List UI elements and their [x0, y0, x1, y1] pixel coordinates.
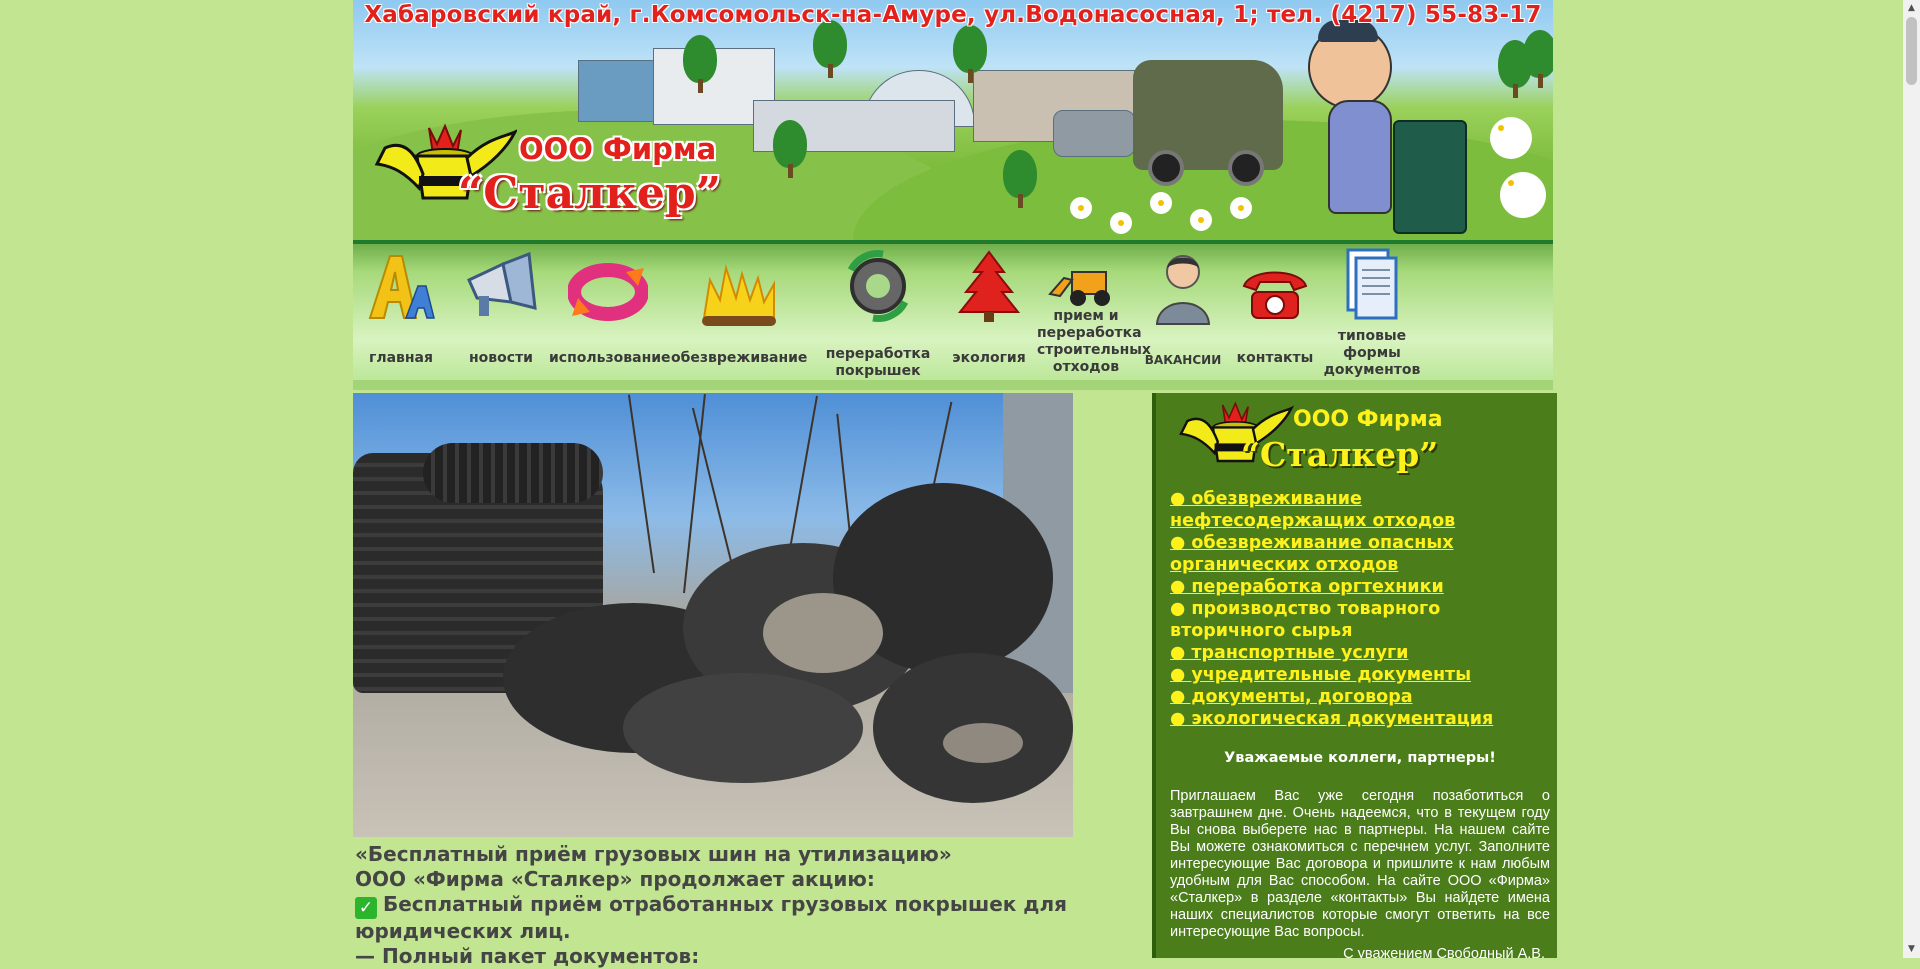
recycle-arrows-icon [568, 263, 648, 321]
service-link-organic-waste[interactable]: ● обезвреживание опасных органических от… [1170, 533, 1454, 575]
nav-item-news[interactable]: новости [449, 244, 553, 380]
loader-icon [1048, 271, 1110, 306]
service-item: ● обезвреживание нефтесодержащих отходов [1170, 488, 1550, 532]
checkmark-icon: ✓ [355, 897, 377, 919]
megaphone-icon [467, 251, 537, 316]
service-item: ● документы, договора [1170, 686, 1550, 708]
truck-wheel [1148, 150, 1184, 186]
services-list: ● обезвреживание нефтесодержащих отходов… [1170, 488, 1550, 730]
daisy-flower [1113, 215, 1129, 231]
nav-item-neutralization[interactable]: обезвреживание [671, 244, 807, 380]
tire-recycle-icon [847, 250, 909, 322]
scroll-up-arrow-icon[interactable]: ▲ [1903, 0, 1920, 17]
nav-label: экология [952, 350, 1026, 366]
person-icon [1155, 255, 1211, 325]
tree-branch [627, 394, 655, 574]
service-link-office-equipment[interactable]: ● переработка оргтехники [1170, 577, 1444, 597]
service-item: ● обезвреживание опасных органических от… [1170, 532, 1550, 576]
nav-item-ecology[interactable]: экология [945, 244, 1033, 380]
nav-item-construction-waste[interactable]: прием и переработка строительных отходов [1037, 244, 1151, 380]
daisy-flower [1153, 195, 1169, 211]
service-item: ● производство товарного вторичного сырь… [1170, 599, 1441, 641]
daisy-flower [1073, 200, 1089, 216]
rubber-scrap [763, 593, 883, 673]
nav-item-usage[interactable]: использование [549, 244, 671, 380]
article-offer: ✓ Бесплатный приём отработанных грузовых … [355, 892, 1115, 944]
fire-icon [702, 264, 776, 326]
article-offer-text: Бесплатный приём отработанных грузовых п… [355, 892, 1067, 943]
tank-building [1053, 110, 1135, 157]
sidebar-company-line1: ООО Фирма [1293, 407, 1443, 432]
trash-bin-graphic [1393, 120, 1467, 234]
worker-body [1328, 100, 1392, 214]
article-documents: — Полный пакет документов: [355, 944, 700, 968]
sidebar-message: Приглашаем Вас уже сегодня позаботиться … [1170, 788, 1550, 940]
service-item: ● экологическая документация [1170, 708, 1550, 730]
nav-label: главная [369, 350, 433, 366]
rubber-scrap [943, 723, 1023, 763]
sidebar-greeting: Уважаемые коллеги, партнеры! [1224, 750, 1496, 766]
site-header-banner: Хабаровский край, г.Комсомольск-на-Амуре… [353, 0, 1553, 244]
daisy-flower [1233, 200, 1249, 216]
company-name-line1: ООО Фирма [519, 132, 717, 166]
tree-graphic [1003, 150, 1037, 208]
article-title: «Бесплатный приём грузовых шин на утилиз… [355, 842, 952, 866]
nav-item-vacancies[interactable]: ВАКАНСИИ [1141, 244, 1225, 380]
service-item: ● переработка оргтехники [1170, 576, 1550, 598]
nav-item-contacts[interactable]: контакты [1227, 244, 1323, 380]
service-link-contracts[interactable]: ● документы, договора [1170, 687, 1413, 707]
font-letters-icon [368, 255, 435, 319]
nav-label: прием и переработка строительных отходов [1037, 308, 1151, 375]
rubber-scrap [623, 673, 863, 783]
sidebar-company-line2: “Сталкер” [1241, 435, 1439, 474]
main-navigation: главная новости использование обезврежив… [353, 244, 1553, 390]
daisy-flower [1503, 175, 1543, 215]
tree-branch [683, 393, 706, 594]
fir-tree-icon [957, 250, 1021, 322]
service-link-oil-waste[interactable]: ● обезвреживание нефтесодержащих отходов [1170, 489, 1455, 531]
promo-article: «Бесплатный приём грузовых шин на утилиз… [355, 842, 1115, 969]
tree-graphic [1523, 30, 1553, 88]
nav-item-document-forms[interactable]: типовые формы документов [1323, 244, 1421, 380]
page-container: Хабаровский край, г.Комсомольск-на-Амуре… [353, 0, 1557, 968]
tire-stack [423, 443, 603, 503]
nav-label: ВАКАНСИИ [1144, 353, 1222, 367]
tree-graphic [773, 120, 807, 178]
nav-label: контакты [1236, 350, 1314, 366]
daisy-flower [1193, 212, 1209, 228]
tree-branch [691, 407, 735, 574]
tree-graphic [683, 35, 717, 93]
services-sidebar: ООО Фирма “Сталкер” ● обезвреживание неф… [1152, 393, 1557, 958]
scroll-down-arrow-icon[interactable]: ▼ [1903, 941, 1920, 958]
tires-photo [353, 393, 1073, 837]
telephone-icon [1242, 271, 1308, 319]
vertical-scrollbar[interactable]: ▲ ▼ [1903, 0, 1920, 958]
article-subtitle: ООО «Фирма «Сталкер» продолжает акцию: [355, 867, 875, 891]
nav-label: типовые формы документов [1323, 328, 1421, 378]
nav-label: обезвреживание [671, 350, 808, 366]
service-link-founding-docs[interactable]: ● учредительные документы [1170, 665, 1471, 685]
nav-item-tire-recycling[interactable]: переработка покрышек [811, 244, 945, 380]
sidebar-signature: С уважением Свободный А.В. [1343, 946, 1545, 958]
service-item: ● транспортные услуги [1170, 642, 1550, 664]
service-link-transport[interactable]: ● транспортные услуги [1170, 643, 1408, 663]
truck-wheel [1228, 150, 1264, 186]
scrollbar-thumb[interactable] [1906, 17, 1917, 85]
nav-label: использование [549, 350, 671, 366]
documents-icon [1346, 248, 1398, 320]
company-name-line2: “Сталкер” [458, 168, 721, 219]
daisy-flower [1493, 120, 1529, 156]
service-link-eco-docs[interactable]: ● экологическая документация [1170, 709, 1493, 729]
nav-label: переработка покрышек [825, 346, 931, 379]
tree-graphic [953, 25, 987, 83]
nav-label: новости [469, 350, 533, 366]
service-item: ● учредительные документы [1170, 664, 1550, 686]
header-address: Хабаровский край, г.Комсомольск-на-Амуре… [364, 2, 1542, 28]
nav-item-home[interactable]: главная [357, 244, 445, 380]
